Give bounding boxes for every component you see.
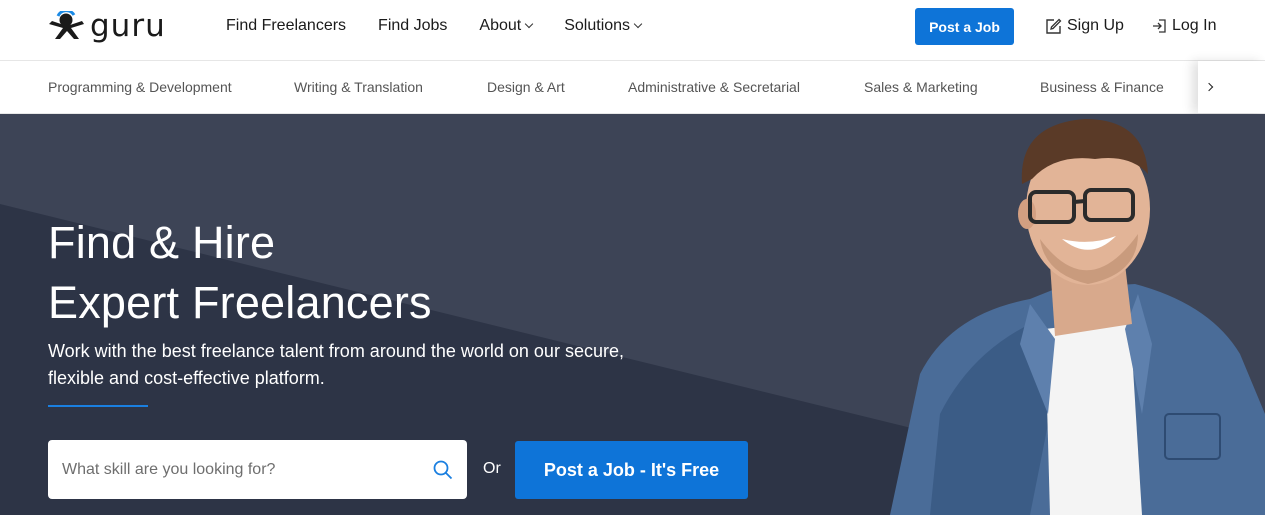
- hero-section: Find & Hire Expert Freelancers Work with…: [0, 114, 1265, 515]
- freelancer-photo: [890, 119, 1265, 515]
- hero-title-line-2: Expert Freelancers: [48, 277, 432, 328]
- category-sales-marketing[interactable]: Sales & Marketing: [864, 61, 978, 113]
- nav-solutions[interactable]: Solutions: [564, 17, 643, 35]
- accent-divider: [48, 405, 148, 407]
- guru-logo[interactable]: guru: [47, 9, 181, 43]
- login-icon: [1153, 19, 1166, 33]
- log-in-label: Log In: [1172, 17, 1217, 34]
- category-administrative-secretarial[interactable]: Administrative & Secretarial: [628, 61, 800, 113]
- hero-title-line-1: Find & Hire: [48, 217, 276, 268]
- nav-find-jobs[interactable]: Find Jobs: [378, 17, 447, 35]
- post-job-free-button[interactable]: Post a Job - It's Free: [515, 441, 748, 499]
- sign-up-label: Sign Up: [1067, 17, 1124, 34]
- top-navigation: guru Find Freelancers Find Jobs About So…: [0, 0, 1265, 61]
- category-writing-translation[interactable]: Writing & Translation: [294, 61, 423, 113]
- chevron-down-icon: [524, 19, 534, 28]
- log-in-link[interactable]: Log In: [1152, 0, 1216, 52]
- nav-solutions-label: Solutions: [564, 17, 631, 34]
- sign-up-link[interactable]: Sign Up: [1045, 0, 1124, 52]
- post-job-button[interactable]: Post a Job: [915, 8, 1014, 45]
- category-bar: Programming & Development Writing & Tran…: [0, 61, 1265, 114]
- edit-icon: [1046, 18, 1062, 34]
- hero-title: Find & Hire Expert Freelancers: [48, 213, 432, 333]
- skill-search-input[interactable]: [62, 460, 412, 479]
- category-business-finance[interactable]: Business & Finance: [1040, 61, 1164, 113]
- category-design-art[interactable]: Design & Art: [487, 61, 565, 113]
- or-label: Or: [483, 460, 501, 477]
- skill-search-box: [48, 440, 467, 499]
- nav-about-label: About: [479, 17, 522, 34]
- chevron-down-icon: [633, 19, 643, 28]
- chevron-right-icon: [1204, 82, 1214, 92]
- category-programming-development[interactable]: Programming & Development: [48, 61, 232, 113]
- category-scroll-next-button[interactable]: [1198, 61, 1265, 113]
- nav-about[interactable]: About: [479, 17, 534, 35]
- hero-subtitle: Work with the best freelance talent from…: [48, 341, 624, 388]
- search-icon[interactable]: [433, 460, 453, 480]
- brand-name: guru: [90, 7, 166, 44]
- main-menu: Find Freelancers Find Jobs About Solutio…: [226, 0, 673, 52]
- guru-person-icon: [49, 11, 84, 39]
- nav-find-freelancers[interactable]: Find Freelancers: [226, 17, 346, 35]
